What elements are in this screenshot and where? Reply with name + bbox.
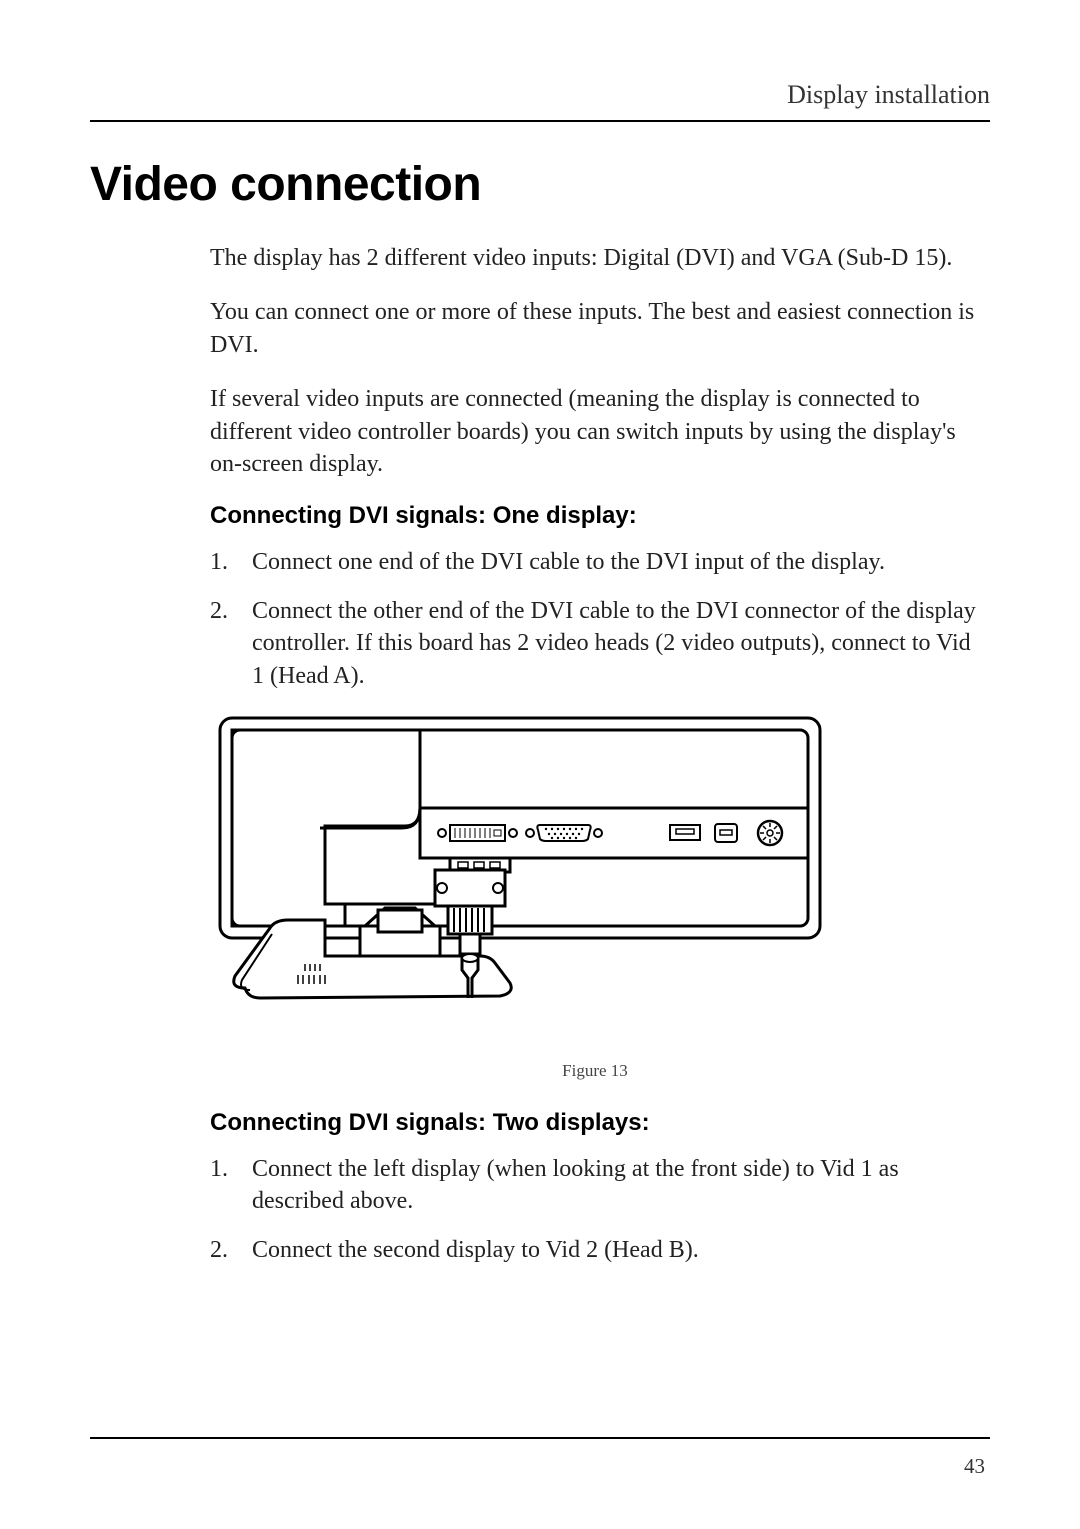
monitor-back-illustration-icon xyxy=(210,708,830,1028)
list-item-number: 2. xyxy=(210,595,252,692)
list-item-text: Connect the left display (when looking a… xyxy=(252,1153,980,1218)
page-title: Video connection xyxy=(90,157,990,212)
page-number: 43 xyxy=(964,1454,985,1479)
intro-paragraph-2: You can connect one or more of these inp… xyxy=(210,296,980,361)
subheading-one-display: Connecting DVI signals: One display: xyxy=(210,502,980,530)
list-item: 1. Connect one end of the DVI cable to t… xyxy=(210,546,980,578)
list-item-text: Connect the second display to Vid 2 (Hea… xyxy=(252,1234,980,1266)
list-item-number: 2. xyxy=(210,1234,252,1266)
list-item-number: 1. xyxy=(210,1153,252,1218)
figure-caption: Figure 13 xyxy=(210,1061,980,1081)
list-item: 2. Connect the other end of the DVI cabl… xyxy=(210,595,980,692)
list-item-text: Connect the other end of the DVI cable t… xyxy=(252,595,980,692)
content-area: The display has 2 different video inputs… xyxy=(210,242,980,1266)
figure-13 xyxy=(210,708,980,1033)
intro-paragraph-1: The display has 2 different video inputs… xyxy=(210,242,980,274)
header-rule xyxy=(90,120,990,122)
intro-paragraph-3: If several video inputs are connected (m… xyxy=(210,383,980,480)
header-section-label: Display installation xyxy=(90,80,990,110)
list-item-number: 1. xyxy=(210,546,252,578)
subheading-two-displays: Connecting DVI signals: Two displays: xyxy=(210,1109,980,1137)
list-item-text: Connect one end of the DVI cable to the … xyxy=(252,546,980,578)
list-item: 2. Connect the second display to Vid 2 (… xyxy=(210,1234,980,1266)
list-item: 1. Connect the left display (when lookin… xyxy=(210,1153,980,1218)
footer-rule xyxy=(90,1437,990,1439)
